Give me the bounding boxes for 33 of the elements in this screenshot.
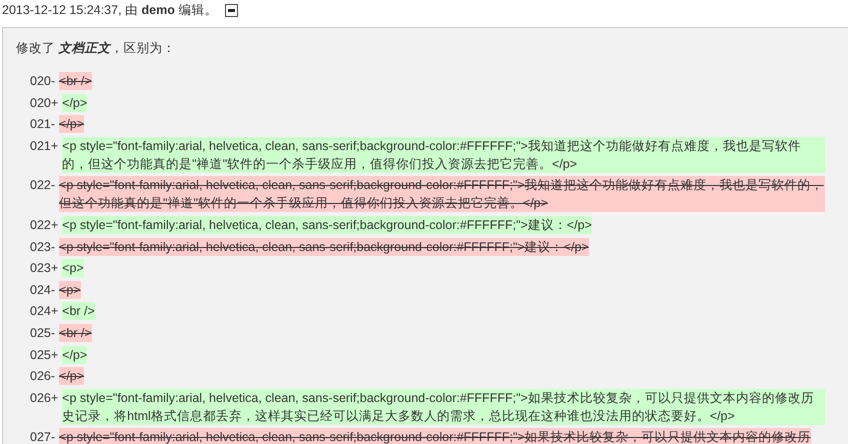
- line-number: 023-: [30, 238, 56, 256]
- added-text: <p style="font-family:arial, helvetica, clean, sans-serif;background-color:#FFFFFF;">我知道把这个功能做好有点难度，我也是写软件的，但这个功能真的是"禅道"软件的一个杀手级应用，值得你们投入资源去把它完善。</p>: [62, 136, 825, 173]
- line-number: 023+: [30, 260, 58, 278]
- added-text: </p>: [62, 94, 88, 112]
- added-text: <p>: [62, 259, 84, 278]
- removed-text: <p>: [59, 280, 81, 299]
- line-number: 022+: [30, 216, 58, 234]
- removed-text: </p>: [59, 115, 84, 134]
- removed-text: </p>: [59, 367, 84, 386]
- edit-info: 2013-12-12 15:24:37, 由 demo 编辑。: [2, 2, 218, 18]
- added-text: <p style="font-family:arial, helvetica, clean, sans-serif;background-color:#FFFFFF;">如果技术比较复杂，可以只提供文本内容的修改历史记录，将html格式信息都丢弃，这样其实已经可以满足大多数人的需求，总比现在这种谁也没法用的状态要好。</p>: [62, 388, 825, 425]
- removed-text: <p style="font-family:arial, helvetica, clean, sans-serif;background-color:#FFFFFF;">建议：</p>: [59, 238, 589, 256]
- line-number: 020-: [30, 73, 56, 90]
- added-text: <p style="font-family:arial, helvetica, clean, sans-serif;background-color:#FFFFFF;">建议：</p>: [62, 216, 592, 234]
- collapse-icon[interactable]: [225, 4, 238, 16]
- line-number: 024+: [30, 303, 58, 320]
- line-number: 024-: [30, 282, 56, 299]
- line-number: 026-: [30, 368, 56, 386]
- added-text: <br />: [62, 302, 95, 320]
- removed-text: <p style="font-family:arial, helvetica, clean, sans-serif;background-color:#FFFFFF;">我知道把这个功能做好有点难度，我也是写软件的，但这个功能真的是"禅道"软件的一个杀手级应用，值得你们投入资源去把它完善。</p>: [59, 176, 825, 212]
- line-number: 026+: [30, 390, 58, 407]
- line-number: 027-: [30, 429, 56, 444]
- line-number: 025+: [30, 346, 58, 364]
- removed-text: <br />: [59, 324, 92, 342]
- line-number: 021-: [30, 116, 56, 134]
- removed-text: <br />: [59, 72, 92, 90]
- line-number: 020+: [30, 94, 58, 112]
- added-text: </p>: [62, 346, 88, 364]
- line-number: 022-: [30, 177, 56, 194]
- line-number: 021+: [30, 138, 58, 155]
- removed-text: <p style="font-family:arial, helvetica, clean, sans-serif;background-color:#FFFFFF;">如果技术比较复杂，可以只提供文本内容的修改历: [59, 428, 811, 444]
- line-number: 025-: [30, 324, 56, 342]
- change-summary: 修改了 文档正文，区别为：: [16, 40, 176, 56]
